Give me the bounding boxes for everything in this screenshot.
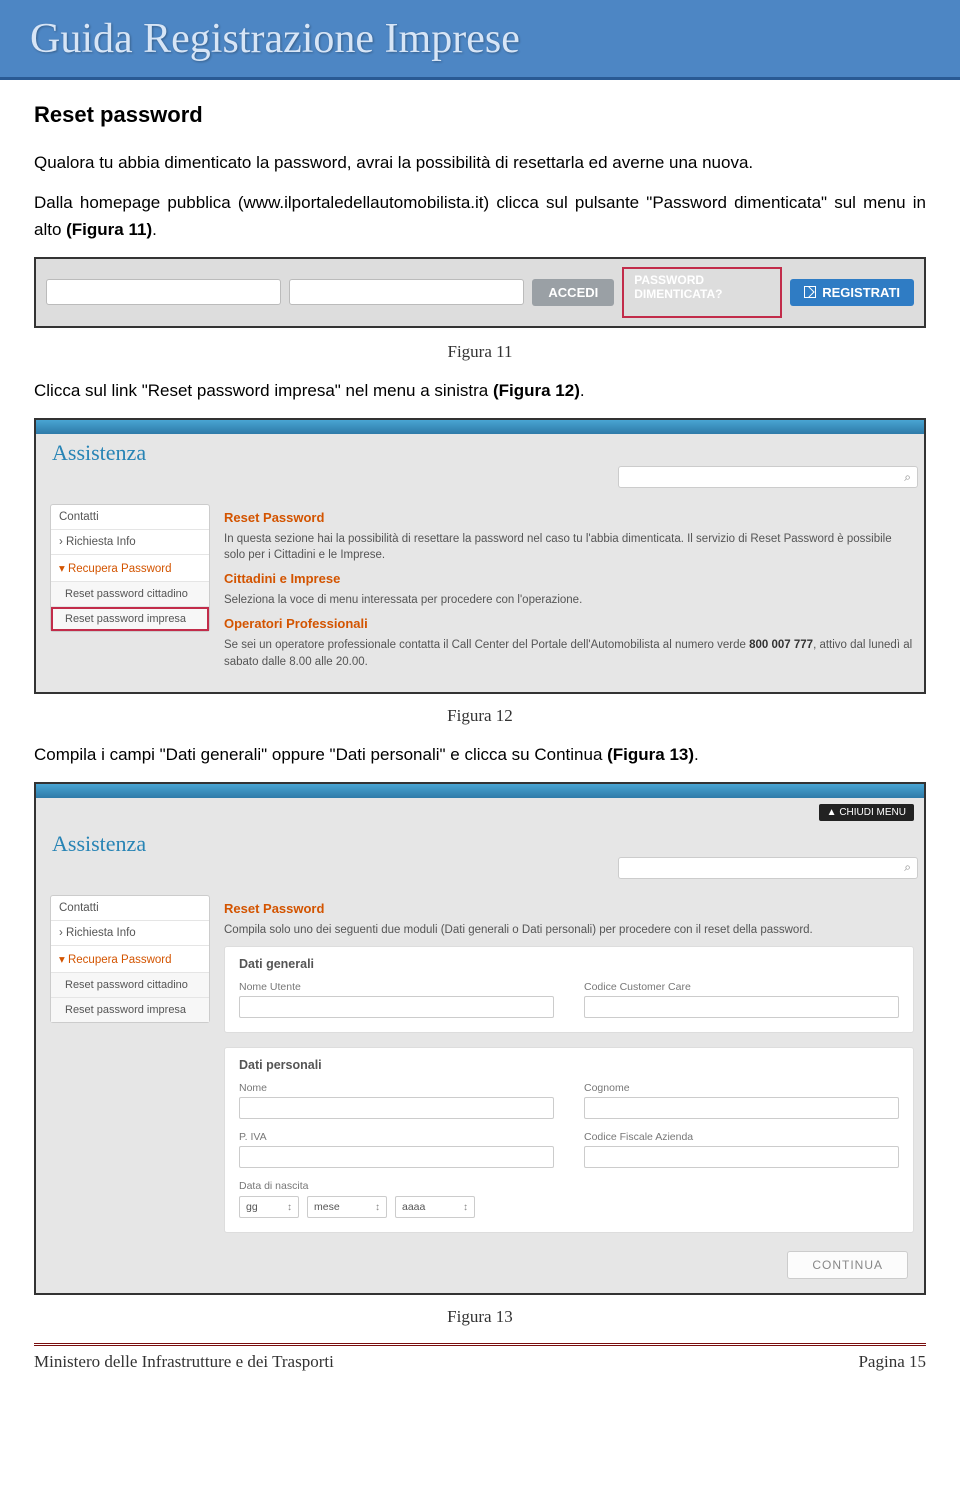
fig12-sidebar: Contatti › Richiesta Info ▾ Recupera Pas… [50,504,210,632]
p3-suffix: . [580,381,585,400]
dati-personali-title: Dati personali [239,1058,899,1072]
p4-prefix: Compila i campi "Dati generali" oppure "… [34,745,607,764]
p3-ref: (Figura 12) [493,381,580,400]
intro-paragraph-1: Qualora tu abbia dimenticato la password… [34,150,926,176]
dob-day-select[interactable]: gg [239,1196,299,1218]
registrati-label: REGISTRATI [822,285,900,300]
password-input[interactable] [289,279,524,305]
dati-generali-title: Dati generali [239,957,899,971]
paragraph-4: Compila i campi "Dati generali" oppure "… [34,742,926,768]
sidebar-item-reset-impresa[interactable]: Reset password impresa [51,998,209,1022]
fig13-top-bar [36,784,924,798]
dob-label: Data di nascita [239,1180,308,1192]
cognome-input[interactable] [584,1097,899,1119]
fig12-search-input[interactable]: ⌕ [618,466,918,488]
piva-label: P. IVA [239,1131,554,1143]
figure-11-screenshot: ACCEDI PASSWORD DIMENTICATA? REGISTRATI [34,257,926,328]
nome-utente-label: Nome Utente [239,981,554,993]
cf-azienda-input[interactable] [584,1146,899,1168]
paragraph-3: Clicca sul link "Reset password impresa"… [34,378,926,404]
pwd-dim-line2: DIMENTICATA? [634,287,770,301]
codice-customer-label: Codice Customer Care [584,981,899,993]
sidebar-item-contatti[interactable]: Contatti [51,505,209,530]
figure-13-caption: Figura 13 [34,1307,926,1327]
sidebar-item-reset-cittadino[interactable]: Reset password cittadino [51,582,209,607]
fig12-p3a: Se sei un operatore professionale contat… [224,639,749,651]
register-icon [804,286,816,298]
figure-11-caption: Figura 11 [34,342,926,362]
sidebar-item-contatti[interactable]: Contatti [51,896,209,921]
search-icon: ⌕ [904,860,911,875]
sidebar-item-recupera-label: Recupera Password [68,563,172,575]
figure-12-screenshot: Assistenza ⌕ Contatti › Richiesta Info ▾… [34,418,926,693]
p4-ref: (Figura 13) [607,745,694,764]
cf-azienda-label: Codice Fiscale Azienda [584,1131,899,1143]
fig12-p3b: 800 007 777 [749,639,813,651]
p2-url: www.ilportaledellautomobilista.it [244,193,484,212]
fig12-h-cittadini: Cittadini e Imprese [224,571,914,586]
sidebar-item-richiesta-label: Richiesta Info [66,536,136,548]
dob-month-select[interactable]: mese [307,1196,387,1218]
nome-label: Nome [239,1082,554,1094]
intro-paragraph-2: Dalla homepage pubblica (www.ilportalede… [34,190,926,243]
sidebar-item-richiesta[interactable]: › Richiesta Info [51,530,209,555]
dob-year-select[interactable]: aaaa [395,1196,475,1218]
fig13-main: Reset Password Compila solo uno dei segu… [224,895,914,1279]
search-icon: ⌕ [904,470,911,485]
fig12-top-bar [36,420,924,434]
cognome-label: Cognome [584,1082,899,1094]
username-input[interactable] [46,279,281,305]
sidebar-item-recupera[interactable]: ▾ Recupera Password [51,555,209,582]
registrati-button[interactable]: REGISTRATI [790,279,914,306]
figure-13-screenshot: ▲ CHIUDI MENU Assistenza ⌕ Contatti › Ri… [34,782,926,1295]
footer-right: Pagina 15 [858,1352,926,1372]
password-dimenticata-link[interactable]: PASSWORD DIMENTICATA? [622,267,782,318]
fig13-main-p1: Compila solo uno dei seguenti due moduli… [224,922,914,938]
nome-utente-input[interactable] [239,996,554,1018]
fig13-assistenza-title: Assistenza [52,831,146,856]
pwd-dim-line1: PASSWORD [634,273,770,287]
fig12-main: Reset Password In questa sezione hai la … [224,504,914,677]
p2-suffix: . [152,220,157,239]
piva-input[interactable] [239,1146,554,1168]
p2-ref: (Figura 11) [66,220,152,239]
sidebar-item-richiesta-label: Richiesta Info [66,927,136,939]
sidebar-item-recupera[interactable]: ▾ Recupera Password [51,946,209,973]
footer-left: Ministero delle Infrastrutture e dei Tra… [34,1352,334,1372]
section-heading: Reset password [34,102,926,128]
dati-personali-section: Dati personali Nome Cognome P. [224,1047,914,1233]
fig13-search-input[interactable]: ⌕ [618,857,918,879]
sidebar-item-richiesta[interactable]: › Richiesta Info [51,921,209,946]
p4-suffix: . [694,745,699,764]
fig12-main-title: Reset Password [224,510,914,525]
codice-customer-input[interactable] [584,996,899,1018]
fig12-main-p1: In questa sezione hai la possibilità di … [224,531,914,563]
continua-button[interactable]: CONTINUA [787,1251,908,1279]
chiudi-menu-button[interactable]: ▲ CHIUDI MENU [819,804,914,821]
banner-title: Guida Registrazione Imprese [30,15,520,63]
fig13-main-title: Reset Password [224,901,914,916]
sidebar-item-reset-impresa[interactable]: Reset password impresa [51,607,209,631]
figure-12-caption: Figura 12 [34,706,926,726]
fig12-main-p3: Se sei un operatore professionale contat… [224,637,914,669]
dob-year-value: aaaa [402,1201,425,1213]
p2-prefix: Dalla homepage pubblica ( [34,193,244,212]
page-footer: Ministero delle Infrastrutture e dei Tra… [0,1346,960,1392]
page-banner: Guida Registrazione Imprese [0,0,960,80]
fig12-h-operatori: Operatori Professionali [224,616,914,631]
dati-generali-section: Dati generali Nome Utente Codice Custome… [224,946,914,1033]
fig13-sidebar: Contatti › Richiesta Info ▾ Recupera Pas… [50,895,210,1023]
nome-input[interactable] [239,1097,554,1119]
sidebar-item-reset-cittadino[interactable]: Reset password cittadino [51,973,209,998]
accedi-button[interactable]: ACCEDI [532,279,614,306]
sidebar-item-recupera-label: Recupera Password [68,954,172,966]
p3-prefix: Clicca sul link "Reset password impresa"… [34,381,493,400]
fig12-assistenza-title: Assistenza [52,440,146,465]
dob-month-value: mese [314,1201,340,1213]
dob-day-value: gg [246,1201,258,1213]
fig12-main-p2: Seleziona la voce di menu interessata pe… [224,592,914,608]
